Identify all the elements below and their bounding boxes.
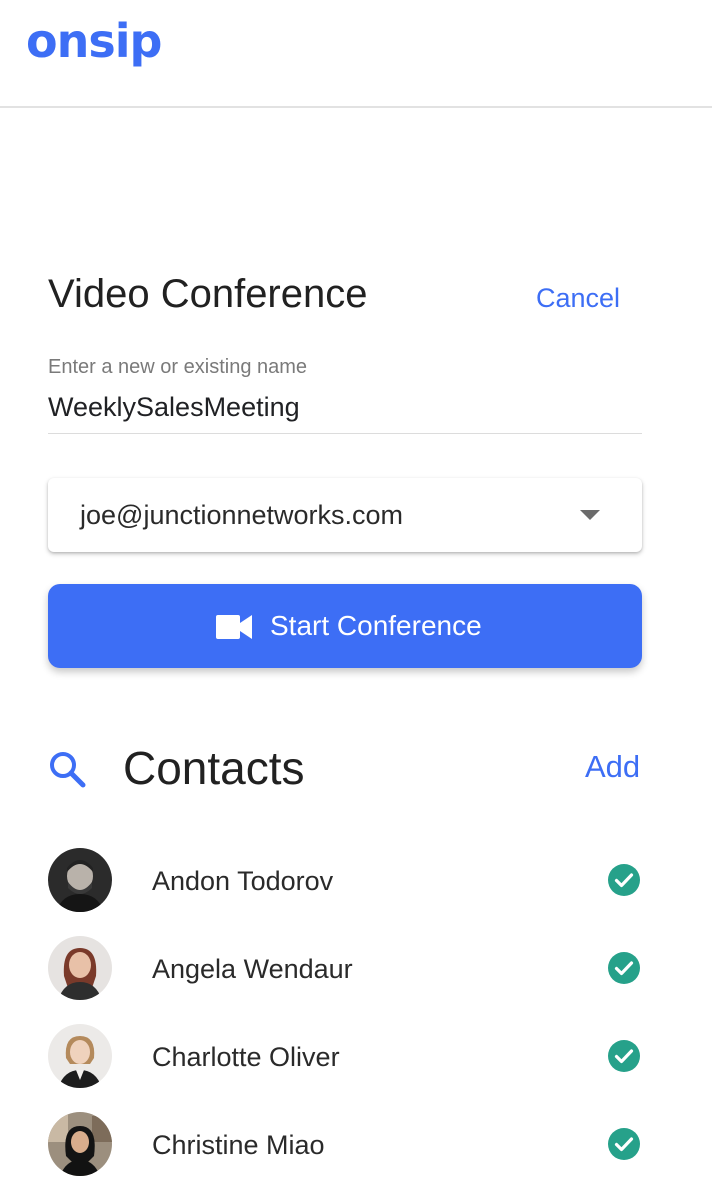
check-circle-icon <box>608 952 640 984</box>
contact-list: Andon Todorov Angela Wendaur Charlotte O… <box>0 848 712 1200</box>
conference-name-field: Enter a new or existing name <box>48 352 642 434</box>
contact-name: Andon Todorov <box>152 866 334 896</box>
conference-name-label: Enter a new or existing name <box>48 356 308 378</box>
avatar <box>48 1112 112 1176</box>
contact-row-christine-miao[interactable]: Christine Miao <box>0 1112 712 1200</box>
onsip-logo[interactable]: onsip <box>26 18 162 64</box>
video-camera-icon <box>216 615 252 639</box>
app-header: onsip <box>0 0 712 108</box>
avatar <box>48 936 112 1000</box>
check-circle-icon <box>608 864 640 896</box>
start-conference-button[interactable]: Start Conference <box>48 584 642 668</box>
contact-row-charlotte-oliver[interactable]: Charlotte Oliver <box>0 1024 712 1112</box>
chevron-down-icon[interactable] <box>580 510 600 520</box>
account-select-value: joe@junctionnetworks.com <box>80 500 404 530</box>
search-icon[interactable] <box>48 750 86 788</box>
add-contact-button[interactable]: Add <box>585 749 640 785</box>
check-circle-icon <box>608 1128 640 1160</box>
contact-row-andon-todorov[interactable]: Andon Todorov <box>0 848 712 936</box>
contacts-title: Contacts <box>123 742 305 794</box>
avatar <box>48 848 112 912</box>
check-circle-icon <box>608 1040 640 1072</box>
contact-name: Christine Miao <box>152 1130 325 1160</box>
video-conference-title: Video Conference <box>48 272 368 316</box>
contact-row-angela-wendaur[interactable]: Angela Wendaur <box>0 936 712 1024</box>
avatar <box>48 1024 112 1088</box>
conference-name-input[interactable] <box>48 388 642 426</box>
account-select[interactable]: joe@junctionnetworks.com <box>48 478 642 552</box>
contact-name: Angela Wendaur <box>152 954 353 984</box>
contact-name: Charlotte Oliver <box>152 1042 340 1072</box>
start-conference-label: Start Conference <box>270 610 482 641</box>
cancel-button[interactable]: Cancel <box>536 280 620 316</box>
